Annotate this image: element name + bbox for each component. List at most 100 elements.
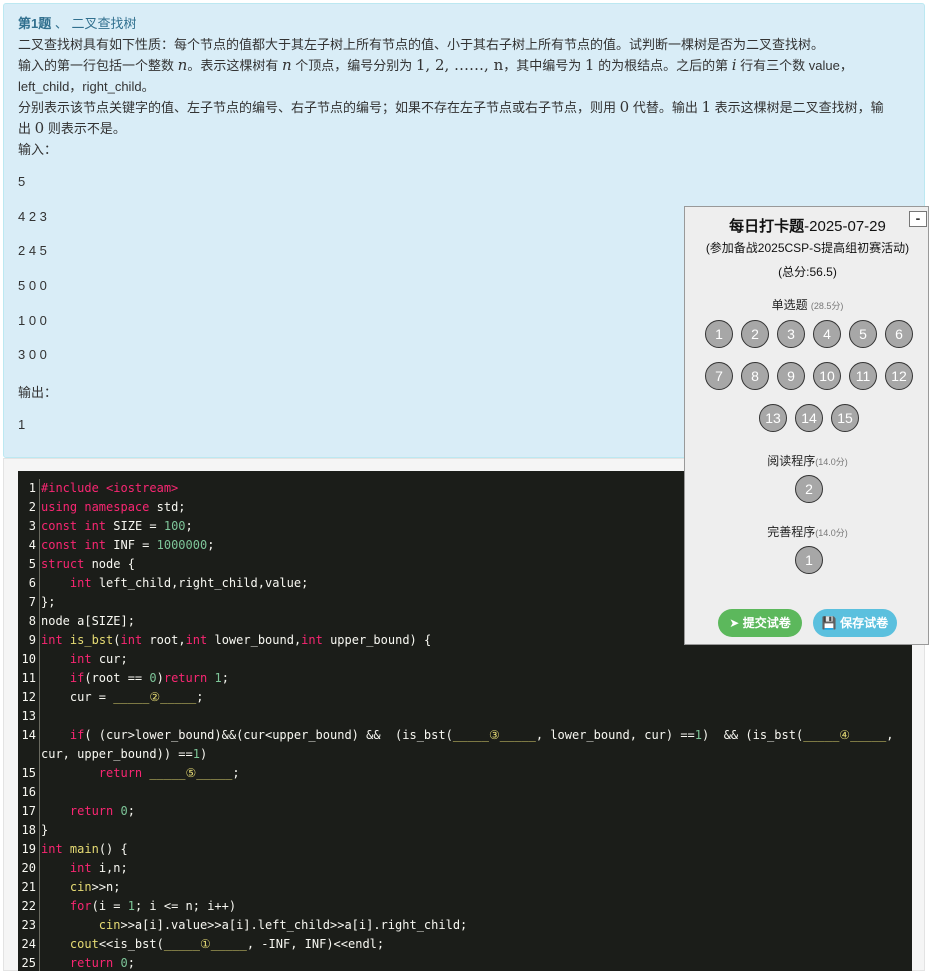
line-number: 8 <box>28 614 36 628</box>
line-number: 10 <box>21 652 36 666</box>
submit-exam-button[interactable]: ➤ 提交试卷 <box>718 609 802 637</box>
line-divider <box>39 536 40 555</box>
question-button[interactable]: 2 <box>741 320 769 348</box>
code-text: const int INF = 1000000; <box>41 538 215 552</box>
question-button[interactable]: 1 <box>795 546 823 574</box>
line-divider <box>39 783 40 802</box>
code-line: 24 cout<<is_bst(_____①_____, -INF, INF)<… <box>18 935 912 954</box>
code-text: return 0; <box>69 956 135 970</box>
code-text: }; <box>41 595 56 609</box>
spec-text: 行有三个数 value， <box>740 58 853 73</box>
line-divider <box>39 878 40 897</box>
line-divider <box>39 688 40 707</box>
code-line: 15 return _____⑤_____; <box>18 764 912 783</box>
code-text: cin>>a[i].value>>a[i].left_child>>a[i].r… <box>98 918 468 932</box>
panel-total-score: (总分:56.5) <box>778 265 837 279</box>
question-button[interactable]: 14 <box>795 404 823 432</box>
submit-label: 提交试卷 <box>742 616 791 630</box>
code-text: struct node { <box>41 557 135 571</box>
code-line: 11 if(root == 0)return 1; <box>18 669 912 688</box>
question-button[interactable]: 2 <box>795 475 823 503</box>
question-button[interactable]: 4 <box>813 320 841 348</box>
spec-text: 。表示这棵树有 <box>187 58 279 73</box>
code-text: cur = _____②_____; <box>41 690 204 704</box>
code-text: return _____⑤_____; <box>98 766 240 780</box>
question-button[interactable]: 11 <box>849 362 877 390</box>
problem-output-spec: 分别表示该节点关键字的值、左子节点的编号、右子节点的编号；如果不存在左子节点或右… <box>18 97 884 116</box>
line-divider <box>39 840 40 859</box>
send-icon: ➤ <box>729 616 740 630</box>
math-zero: 0 <box>34 119 45 137</box>
input-line: 4 2 3 <box>18 209 47 224</box>
spec-text: 分别表示该节点关键字的值、左子节点的编号、右子节点的编号；如果不存在左子节点或右… <box>18 100 617 115</box>
line-number: 16 <box>21 785 36 799</box>
problem-desc: 二叉查找树具有如下性质：每个节点的值都大于其左子树上所有节点的值、小于其右子树上… <box>18 37 825 52</box>
question-button[interactable]: 12 <box>885 362 913 390</box>
code-line: 19 int main() { <box>18 840 912 859</box>
problem-number: 第1题 <box>18 16 52 31</box>
spec-text: 的为根结点。之后的第 <box>598 58 729 73</box>
question-button[interactable]: 15 <box>831 404 859 432</box>
question-button[interactable]: 7 <box>705 362 733 390</box>
line-divider <box>39 631 40 650</box>
code-text: cout<<is_bst(_____①_____, -INF, INF)<<en… <box>69 937 385 951</box>
spec-text: 出 <box>18 121 32 136</box>
save-exam-button[interactable]: 💾 保存试卷 <box>813 609 897 637</box>
math-one: 1 <box>701 98 711 116</box>
question-button[interactable]: 8 <box>741 362 769 390</box>
section-label: 完善程序 <box>767 525 816 539</box>
code-line: 21 cin>>n; <box>18 878 912 897</box>
code-line: 12 cur = _____②_____; <box>18 688 912 707</box>
input-label: 输入： <box>18 142 58 157</box>
question-button[interactable]: 10 <box>813 362 841 390</box>
question-button[interactable]: 1 <box>705 320 733 348</box>
question-button[interactable]: 6 <box>885 320 913 348</box>
spec-text: 代替。输出 <box>632 100 698 115</box>
line-divider <box>39 498 40 517</box>
line-divider <box>39 650 40 669</box>
answer-sheet-panel: 每日打卡题-2025-07-29 - (参加备战2025CSP-S提高组初赛活动… <box>684 206 929 645</box>
code-text: node a[SIZE]; <box>41 614 135 628</box>
line-divider <box>39 954 40 971</box>
line-divider <box>39 612 40 631</box>
section-label: 单选题 <box>771 298 808 312</box>
line-number: 18 <box>21 823 36 837</box>
math-zero: 0 <box>619 98 630 116</box>
line-number: 11 <box>21 671 36 685</box>
line-divider <box>39 726 40 745</box>
line-number: 23 <box>21 918 36 932</box>
panel-title: 每日打卡题-2025-07-29 <box>685 215 930 236</box>
input-line: 5 <box>18 174 26 189</box>
problem-title: 二叉查找树 <box>71 16 137 31</box>
line-divider <box>39 479 40 498</box>
input-line: 2 4 5 <box>18 243 47 258</box>
save-icon: 💾 <box>821 616 837 630</box>
question-button[interactable]: 13 <box>759 404 787 432</box>
section-score: (14.0分) <box>815 457 848 467</box>
code-text: const int SIZE = 100; <box>41 519 193 533</box>
output-label: 输出： <box>18 385 58 400</box>
question-button[interactable]: 3 <box>777 320 805 348</box>
question-button[interactable]: 5 <box>849 320 877 348</box>
section-score: (14.0分) <box>815 528 848 538</box>
spec-text: 表示这棵树是二叉查找树，输 <box>714 100 884 115</box>
line-number: 21 <box>21 880 36 894</box>
code-line: 17 return 0; <box>18 802 912 821</box>
question-button[interactable]: 9 <box>777 362 805 390</box>
spec-text: 个顶点，编号分别为 <box>295 58 413 73</box>
code-line: 22 for(i = 1; i <= n; i++) <box>18 897 912 916</box>
code-text: int is_bst(int root,int lower_bound,int … <box>41 633 432 647</box>
line-divider <box>39 669 40 688</box>
code-line: 18} <box>18 821 912 840</box>
line-number: 6 <box>28 576 36 590</box>
code-line: 25 return 0; <box>18 954 912 971</box>
code-text: if(root == 0)return 1; <box>69 671 229 685</box>
line-divider <box>39 764 40 783</box>
section-completion: 完善程序(14.0分) <box>685 523 930 540</box>
math-n: n <box>281 56 292 74</box>
minimize-button[interactable]: - <box>909 211 927 227</box>
line-number: 14 <box>21 728 36 742</box>
code-line: 13 <box>18 707 912 726</box>
code-line: 10 int cur; <box>18 650 912 669</box>
line-number: 7 <box>28 595 36 609</box>
